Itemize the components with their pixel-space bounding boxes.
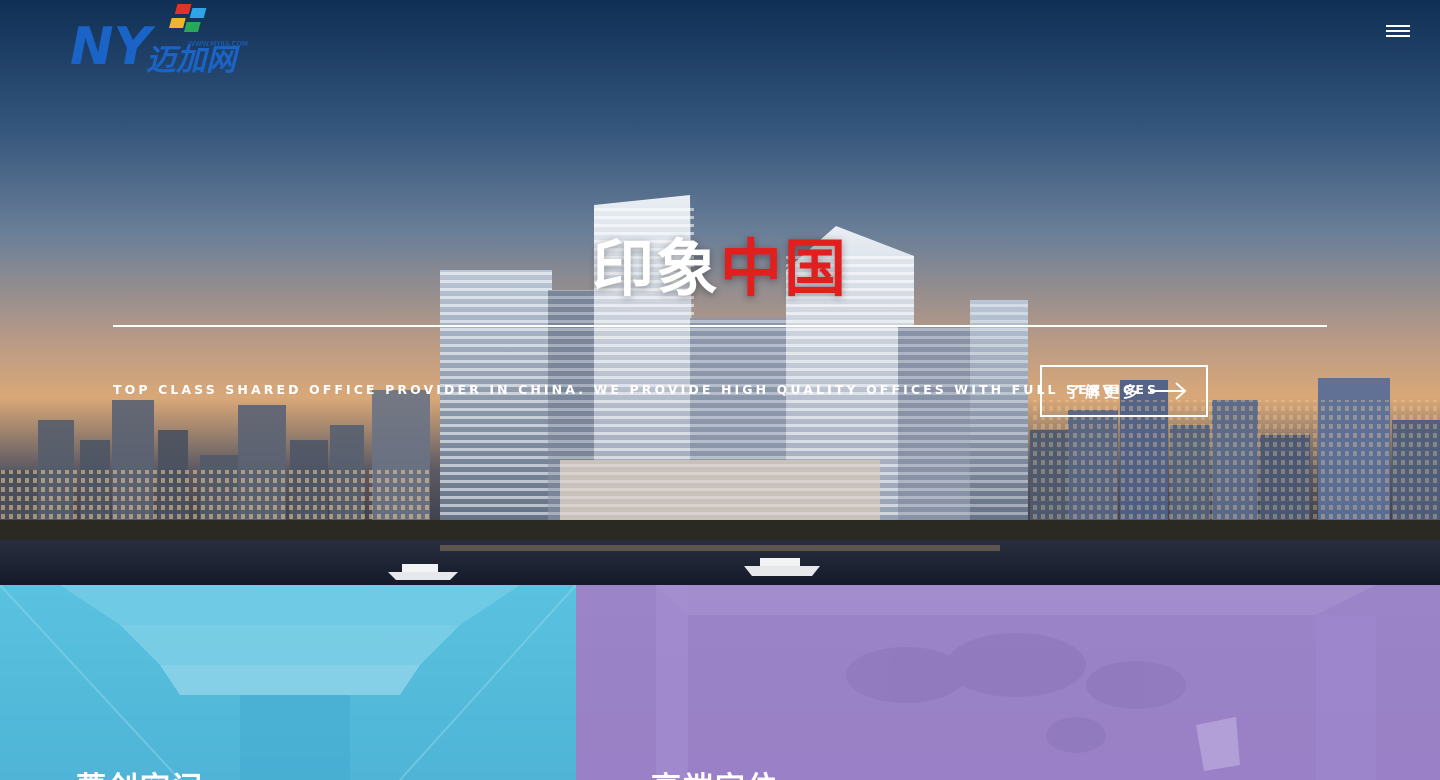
myjia-logo[interactable]: NY 迈加网 WWW.MYJIA.COM <box>68 2 268 74</box>
arrow-right-icon <box>1150 382 1187 400</box>
hero-divider <box>113 325 1327 327</box>
panel-title: 高端定位 <box>651 763 779 780</box>
hamburger-menu-icon[interactable] <box>1382 22 1414 42</box>
learn-more-label: 了解更多 <box>1066 382 1143 401</box>
logo-url: WWW.MYJIA.COM <box>188 40 248 48</box>
world-map-wall-illustration <box>656 585 1376 780</box>
hero-title-white: 印象 <box>591 232 720 305</box>
hero-subtitle: TOP CLASS SHARED OFFICE PROVIDER IN CHIN… <box>113 382 1160 397</box>
page: NY 迈加网 WWW.MYJIA.COM 印象中国 TOP CLASS SHAR… <box>0 0 1440 780</box>
panel-title: 菁创空间 <box>76 763 204 780</box>
panel-creative-space[interactable]: 菁创空间 <box>0 585 576 780</box>
svg-text:NY: NY <box>70 17 157 74</box>
hero-title-red: 中国 <box>720 232 849 305</box>
hero-title: 印象中国 <box>0 218 1440 308</box>
corridor-illustration <box>0 585 576 780</box>
panel-high-end-positioning[interactable]: 高端定位 <box>576 585 1440 780</box>
learn-more-button[interactable]: 了解更多 <box>1040 365 1208 417</box>
hero-banner: NY 迈加网 WWW.MYJIA.COM 印象中国 TOP CLASS SHAR… <box>0 0 1440 585</box>
